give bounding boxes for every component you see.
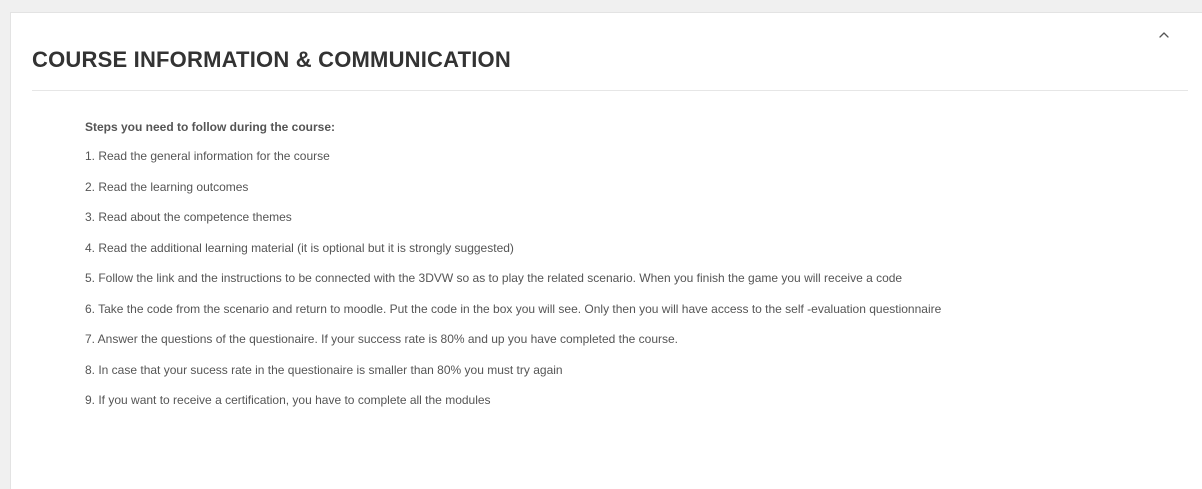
steps-list: 1. Read the general information for the … [85, 148, 1175, 409]
section-title: COURSE INFORMATION & COMMUNICATION [32, 47, 511, 72]
step-item-7: 7. Answer the questions of the questiona… [85, 332, 679, 346]
chevron-up-icon [1159, 32, 1169, 38]
step-item-6: 6. Take the code from the scenario and r… [85, 301, 942, 316]
step-item-4: 4. Read the additional learning material… [85, 240, 514, 255]
step-item-3: 3. Read about the competence themes [85, 210, 292, 224]
step-item-8: 8. In case that your sucess rate in the … [85, 362, 563, 377]
steps-heading: Steps you need to follow during the cour… [85, 120, 336, 134]
collapse-section-button[interactable] [1154, 25, 1174, 45]
step-item-9: 9. If you want to receive a certificatio… [85, 393, 491, 407]
section-content: Steps you need to follow during the cour… [85, 119, 1175, 423]
step-item-1: 1. Read the general information for the … [85, 149, 330, 163]
course-section-card: COURSE INFORMATION & COMMUNICATION Steps… [10, 12, 1202, 489]
section-divider [32, 90, 1188, 91]
step-item-2: 2. Read the learning outcomes [85, 179, 249, 194]
step-item-5: 5. Follow the link and the instructions … [85, 271, 903, 285]
